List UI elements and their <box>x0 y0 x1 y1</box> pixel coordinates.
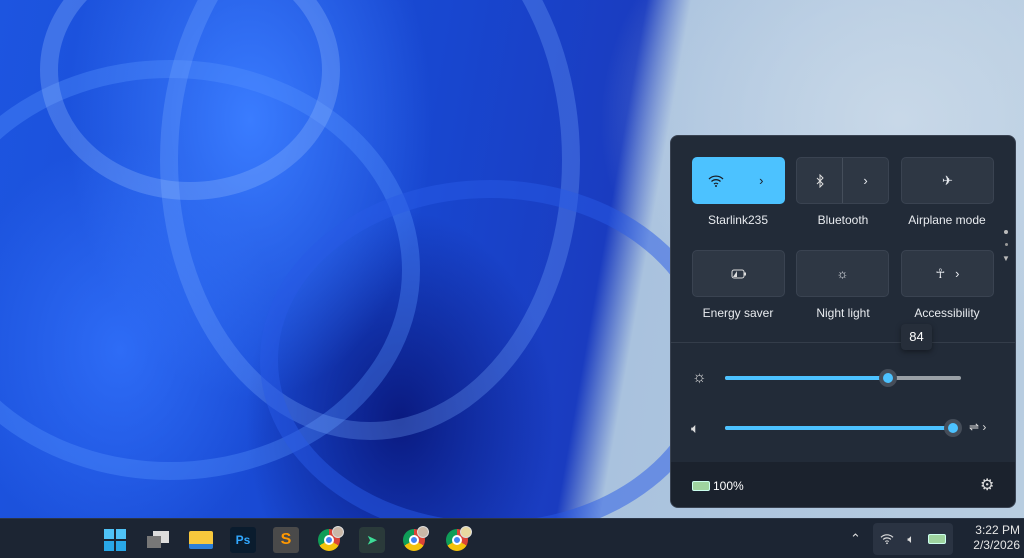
quick-settings-panel: › › ✈ Starlink235 Bluetooth Airplane mod… <box>670 135 1016 508</box>
night-light-label: Night light <box>816 306 870 320</box>
chrome-profile-2-button[interactable] <box>401 526 429 553</box>
profile-avatar <box>417 526 429 538</box>
volume-thumb[interactable] <box>943 419 962 437</box>
sound-mixer-icon: ⇌ <box>969 420 980 434</box>
airplane-mode-tile[interactable]: ✈ <box>901 157 994 204</box>
clock[interactable]: 3:22 PM 2/3/2026 <box>958 523 1020 553</box>
wifi-icon[interactable] <box>693 158 739 203</box>
sublime-text-button[interactable]: S <box>273 527 299 553</box>
photoshop-button[interactable]: Ps <box>230 527 256 553</box>
file-explorer-button[interactable] <box>188 527 214 553</box>
clock-date: 2/3/2026 <box>973 538 1020 552</box>
show-hidden-icons-chevron-icon[interactable]: ⌃ <box>850 531 861 547</box>
battery-charging-icon <box>692 481 710 491</box>
volume-icon[interactable]: 🔈︎ <box>691 420 699 437</box>
start-button[interactable] <box>102 527 128 553</box>
accessibility-label: Accessibility <box>914 306 980 320</box>
app-icon: ➤ <box>366 533 378 547</box>
page-down-arrow-icon[interactable]: ▼ <box>1002 254 1010 263</box>
profile-avatar <box>460 526 472 538</box>
wifi-icon <box>880 534 894 545</box>
windows-logo-icon <box>104 529 126 551</box>
chrome-profile-1-button[interactable] <box>316 526 344 553</box>
audio-output-button[interactable]: ⇌ › <box>969 420 986 434</box>
brightness-slider[interactable] <box>725 369 961 387</box>
accessibility-icon: ☥ <box>935 265 946 281</box>
energy-saver-tile[interactable] <box>692 250 785 297</box>
volume-slider[interactable] <box>725 419 962 437</box>
accessibility-tile[interactable]: ☥ › <box>901 250 994 297</box>
quick-settings-footer: 100% ⚙ <box>671 462 1015 507</box>
task-view-icon <box>147 531 169 549</box>
task-view-button[interactable] <box>145 527 171 553</box>
brightness-thumb[interactable] <box>878 369 897 387</box>
brightness-tooltip: 84 <box>901 324 932 350</box>
battery-charging-icon <box>928 534 947 544</box>
settings-gear-icon[interactable]: ⚙ <box>980 475 994 495</box>
page-dot-1[interactable] <box>1004 230 1008 234</box>
airplane-icon: ✈ <box>942 172 953 188</box>
page-dot-2[interactable] <box>1005 243 1008 246</box>
night-light-icon: ☼ <box>836 266 849 281</box>
wifi-label: Starlink235 <box>707 213 769 227</box>
divider <box>671 342 1015 343</box>
airplane-mode-label: Airplane mode <box>908 213 986 227</box>
battery-percentage: 100% <box>713 479 744 493</box>
bluetooth-label: Bluetooth <box>817 213 869 227</box>
battery-status[interactable]: 100% <box>692 479 744 493</box>
system-tray-button[interactable]: 🔈︎ <box>873 523 953 555</box>
bluetooth-icon[interactable] <box>797 158 843 203</box>
bluetooth-tile[interactable]: › <box>796 157 889 204</box>
bluetooth-chevron-icon[interactable]: › <box>843 158 888 203</box>
clock-time: 3:22 PM <box>975 523 1020 537</box>
taskbar: Ps S ➤ ⌃ 🔈︎ 3:22 PM 2/3/2026 <box>0 518 1024 558</box>
energy-saver-icon <box>731 269 746 278</box>
wifi-tile[interactable]: › <box>692 157 785 204</box>
sublime-icon: S <box>280 531 292 548</box>
profile-avatar <box>332 526 344 538</box>
energy-saver-label: Energy saver <box>702 306 774 320</box>
app-launcher-button[interactable]: ➤ <box>359 527 385 553</box>
accessibility-chevron-icon[interactable]: › <box>955 266 959 281</box>
night-light-tile[interactable]: ☼ <box>796 250 889 297</box>
chrome-profile-3-button[interactable] <box>444 526 472 553</box>
brightness-icon: ☼ <box>692 369 707 386</box>
volume-icon: 🔈︎ <box>907 531 915 546</box>
folder-icon <box>189 531 213 549</box>
wifi-chevron-icon[interactable]: › <box>739 158 785 203</box>
